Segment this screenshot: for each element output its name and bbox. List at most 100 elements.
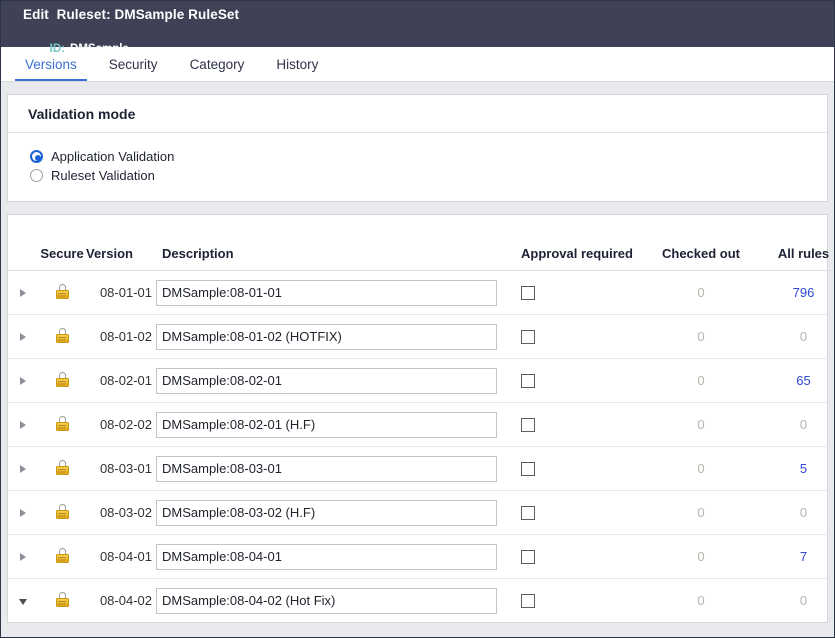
description-input[interactable] bbox=[156, 543, 497, 570]
versions-table-header: Secure Version Description Approval requ… bbox=[8, 215, 834, 271]
row-expand-cell bbox=[8, 314, 38, 359]
tab-history[interactable]: History bbox=[260, 47, 334, 81]
radio-application-validation[interactable]: Application Validation bbox=[30, 147, 827, 166]
row-expand-cell bbox=[8, 490, 38, 535]
validation-mode-panel: Validation mode Application Validation R… bbox=[7, 94, 828, 202]
col-version: Version bbox=[86, 215, 156, 271]
tab-category-label: Category bbox=[189, 56, 245, 72]
radio-icon-unselected[interactable] bbox=[30, 169, 43, 182]
description-input[interactable] bbox=[156, 367, 497, 394]
row-checked-out-cell: 0 bbox=[651, 534, 751, 579]
checked-out-value: 0 bbox=[697, 329, 705, 344]
approval-required-checkbox[interactable] bbox=[521, 462, 535, 477]
col-secure: Secure bbox=[38, 215, 86, 271]
all-rules-value[interactable]: 796 bbox=[793, 285, 815, 300]
row-version-cell: 08-04-02 bbox=[99, 593, 152, 608]
row-secure-cell bbox=[38, 490, 86, 535]
tab-versions[interactable]: Versions bbox=[9, 47, 93, 81]
lock-icon bbox=[55, 283, 69, 299]
row-checked-out-cell: 0 bbox=[651, 579, 751, 623]
row-version-cell: 08-03-01 bbox=[86, 446, 156, 491]
description-input[interactable] bbox=[156, 455, 497, 482]
table-row: 08-02-02 0 0 bbox=[8, 402, 834, 447]
all-rules-value[interactable]: 5 bbox=[800, 461, 807, 476]
spacer-middle bbox=[1, 202, 834, 214]
row-version-cell: 08-03-02 bbox=[86, 490, 156, 535]
chevron-right-icon[interactable] bbox=[20, 377, 26, 385]
tab-versions-label: Versions bbox=[25, 56, 77, 72]
edit-ruleset-window: Edit Ruleset: DMSample RuleSet ID: DMSamp… bbox=[0, 0, 835, 638]
chevron-right-icon[interactable] bbox=[20, 289, 26, 297]
chevron-down-icon[interactable] bbox=[19, 599, 27, 605]
chevron-right-icon[interactable] bbox=[20, 333, 26, 341]
lock-icon bbox=[55, 503, 69, 519]
row-secure-cell bbox=[38, 446, 86, 491]
radio-ruleset-validation-label: Ruleset Validation bbox=[51, 168, 155, 183]
radio-ruleset-validation[interactable]: Ruleset Validation bbox=[30, 166, 827, 185]
approval-required-checkbox[interactable] bbox=[521, 506, 535, 521]
approval-required-checkbox[interactable] bbox=[521, 550, 535, 565]
all-rules-value: 0 bbox=[799, 505, 808, 520]
chevron-right-icon[interactable] bbox=[20, 465, 26, 473]
row-approval-cell bbox=[513, 490, 651, 535]
all-rules-value: 0 bbox=[799, 417, 808, 432]
row-description-cell bbox=[156, 402, 513, 447]
validation-mode-options: Application Validation Ruleset Validatio… bbox=[8, 133, 827, 201]
chevron-right-icon[interactable] bbox=[20, 553, 26, 561]
row-secure-cell bbox=[38, 270, 86, 315]
row-expand-cell bbox=[8, 402, 38, 447]
row-approval-cell bbox=[513, 358, 651, 403]
row-checked-out-cell: 0 bbox=[651, 490, 751, 535]
lock-icon bbox=[55, 371, 69, 387]
all-rules-value[interactable]: 65 bbox=[796, 373, 810, 388]
approval-required-checkbox[interactable] bbox=[521, 418, 535, 433]
checked-out-value: 0 bbox=[697, 505, 705, 520]
description-input[interactable] bbox=[156, 587, 497, 614]
radio-icon-selected[interactable] bbox=[30, 150, 43, 163]
row-expand-cell bbox=[8, 579, 38, 623]
chevron-right-icon[interactable] bbox=[20, 509, 26, 517]
row-checked-out-cell: 0 bbox=[651, 314, 751, 359]
row-description-cell bbox=[156, 446, 513, 491]
description-input[interactable] bbox=[156, 279, 497, 306]
description-input[interactable] bbox=[156, 499, 497, 526]
tab-security[interactable]: Security bbox=[93, 47, 174, 81]
row-description-cell bbox=[156, 314, 513, 359]
window-header: Edit Ruleset: DMSample RuleSet ID: DMSamp… bbox=[1, 1, 834, 55]
all-rules-value[interactable]: 7 bbox=[800, 549, 807, 564]
row-secure-cell bbox=[38, 358, 86, 403]
table-header-row: Secure Version Description Approval requ… bbox=[8, 215, 834, 271]
col-description: Description bbox=[156, 215, 513, 271]
row-all-rules-cell: 7 bbox=[751, 534, 834, 579]
approval-required-checkbox[interactable] bbox=[521, 330, 535, 345]
row-all-rules-cell: 5 bbox=[751, 446, 834, 491]
row-expand-cell bbox=[8, 446, 38, 491]
row-all-rules-cell: 0 bbox=[751, 579, 834, 623]
approval-required-checkbox[interactable] bbox=[521, 286, 535, 301]
row-description-cell bbox=[156, 358, 513, 403]
row-approval-cell bbox=[513, 314, 651, 359]
table-row: 08-04-01 0 7 bbox=[8, 534, 834, 579]
chevron-right-icon[interactable] bbox=[20, 421, 26, 429]
row-description-cell bbox=[156, 490, 513, 535]
row-all-rules-cell: 65 bbox=[751, 358, 834, 403]
tab-category[interactable]: Category bbox=[174, 47, 261, 81]
tab-bar: Versions Security Category History bbox=[1, 47, 834, 82]
description-input[interactable] bbox=[156, 411, 497, 438]
row-secure-cell bbox=[38, 314, 86, 359]
description-input[interactable] bbox=[156, 323, 497, 350]
page-title: Edit Ruleset: DMSample RuleSet bbox=[23, 7, 240, 22]
table-row: 08-03-02 0 0 bbox=[8, 490, 834, 535]
row-description-cell bbox=[156, 270, 513, 315]
checked-out-value: 0 bbox=[697, 285, 705, 300]
row-secure-cell bbox=[38, 534, 86, 579]
row-description-cell bbox=[156, 579, 513, 623]
col-checked-out: Checked out bbox=[651, 215, 751, 271]
approval-required-checkbox[interactable] bbox=[521, 374, 535, 389]
approval-required-checkbox[interactable] bbox=[521, 594, 535, 609]
table-row: 08-01-02 0 0 bbox=[8, 314, 834, 359]
row-approval-cell bbox=[513, 446, 651, 491]
row-expand-cell bbox=[8, 270, 38, 315]
row-all-rules-cell: 0 bbox=[751, 314, 834, 359]
radio-application-validation-label: Application Validation bbox=[51, 149, 175, 164]
